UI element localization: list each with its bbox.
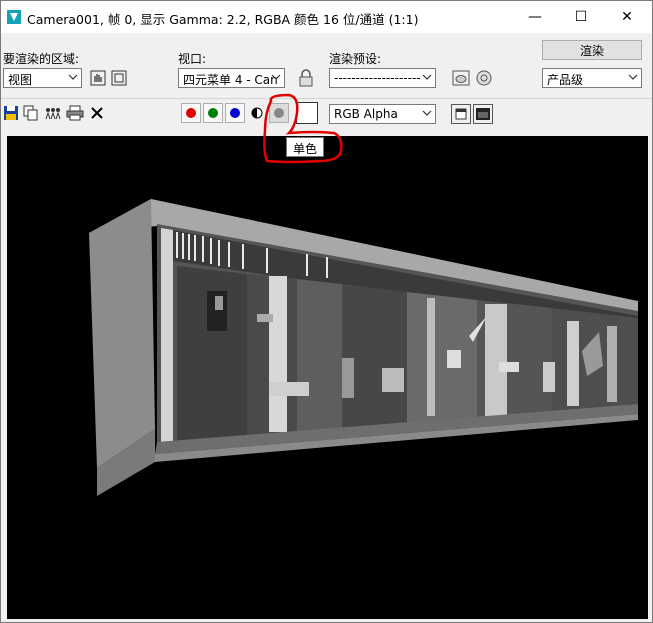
globe-icon	[476, 70, 492, 86]
title-bar: Camera001, 帧 0, 显示 Gamma: 2.2, RGBA 颜色 1…	[1, 1, 652, 33]
copy-icon	[23, 105, 38, 121]
red-channel-toggle[interactable]	[181, 103, 201, 123]
area-select[interactable]: 视图	[3, 68, 82, 88]
blue-dot-icon	[230, 108, 240, 118]
clone-icon	[45, 108, 61, 120]
area-label: 要渲染的区域:	[3, 52, 80, 66]
green-channel-toggle[interactable]	[203, 103, 223, 123]
environment-button[interactable]	[474, 68, 494, 88]
blue-channel-toggle[interactable]	[225, 103, 245, 123]
hand-icon	[90, 70, 106, 86]
channel-select[interactable]: RGB Alpha	[329, 104, 436, 124]
teapot-icon	[452, 70, 470, 86]
save-button[interactable]	[1, 103, 21, 123]
render-frame-window: Camera001, 帧 0, 显示 Gamma: 2.2, RGBA 颜色 1…	[0, 0, 653, 623]
chevron-down-icon	[628, 74, 638, 80]
preset-label: 渲染预设:	[329, 52, 382, 66]
app-icon	[7, 10, 21, 24]
preset-select-value: --------------------	[334, 71, 421, 85]
chevron-down-icon	[422, 110, 432, 116]
auto-region-button[interactable]	[109, 68, 129, 88]
green-dot-icon	[208, 108, 218, 118]
viewport-select-value: 四元菜单 4 - Can	[183, 73, 278, 87]
print-button[interactable]	[65, 103, 85, 123]
maximize-button[interactable]: ☐	[558, 1, 604, 33]
region-icon	[111, 70, 127, 86]
chevron-down-icon	[68, 74, 78, 80]
lock-viewport-button[interactable]	[296, 68, 316, 88]
render-viewport	[7, 136, 648, 619]
lock-icon	[299, 69, 313, 87]
viewport-select[interactable]: 四元菜单 4 - Can	[178, 68, 285, 88]
minimize-button[interactable]: —	[512, 1, 558, 33]
red-dot-icon	[186, 108, 196, 118]
monochrome-tooltip: 单色	[286, 137, 325, 157]
quality-select[interactable]: 产品级	[542, 68, 642, 88]
viewport-label: 视口:	[178, 52, 207, 66]
window-title: Camera001, 帧 0, 显示 Gamma: 2.2, RGBA 颜色 1…	[27, 12, 419, 27]
close-icon	[91, 107, 103, 119]
edit-region-button[interactable]	[88, 68, 108, 88]
render-setup-button[interactable]	[451, 68, 471, 88]
toggle-ui-overlay-button[interactable]	[451, 104, 471, 124]
area-select-value: 视图	[8, 73, 33, 87]
save-icon	[4, 106, 18, 120]
toggle-ui-button[interactable]	[473, 104, 493, 124]
quality-select-value: 产品级	[547, 73, 584, 87]
clone-button[interactable]	[43, 103, 63, 123]
rendered-scene-image	[7, 136, 648, 619]
chevron-down-icon	[422, 74, 432, 80]
window-icon	[455, 108, 467, 120]
copy-button[interactable]	[21, 103, 41, 123]
clear-button[interactable]	[87, 103, 107, 123]
render-button[interactable]: 渲染	[542, 40, 642, 60]
close-button[interactable]: ✕	[604, 1, 650, 33]
chevron-down-icon	[271, 74, 281, 80]
preset-select[interactable]: --------------------	[329, 68, 436, 88]
print-icon	[66, 105, 84, 121]
display-icon	[476, 108, 490, 120]
